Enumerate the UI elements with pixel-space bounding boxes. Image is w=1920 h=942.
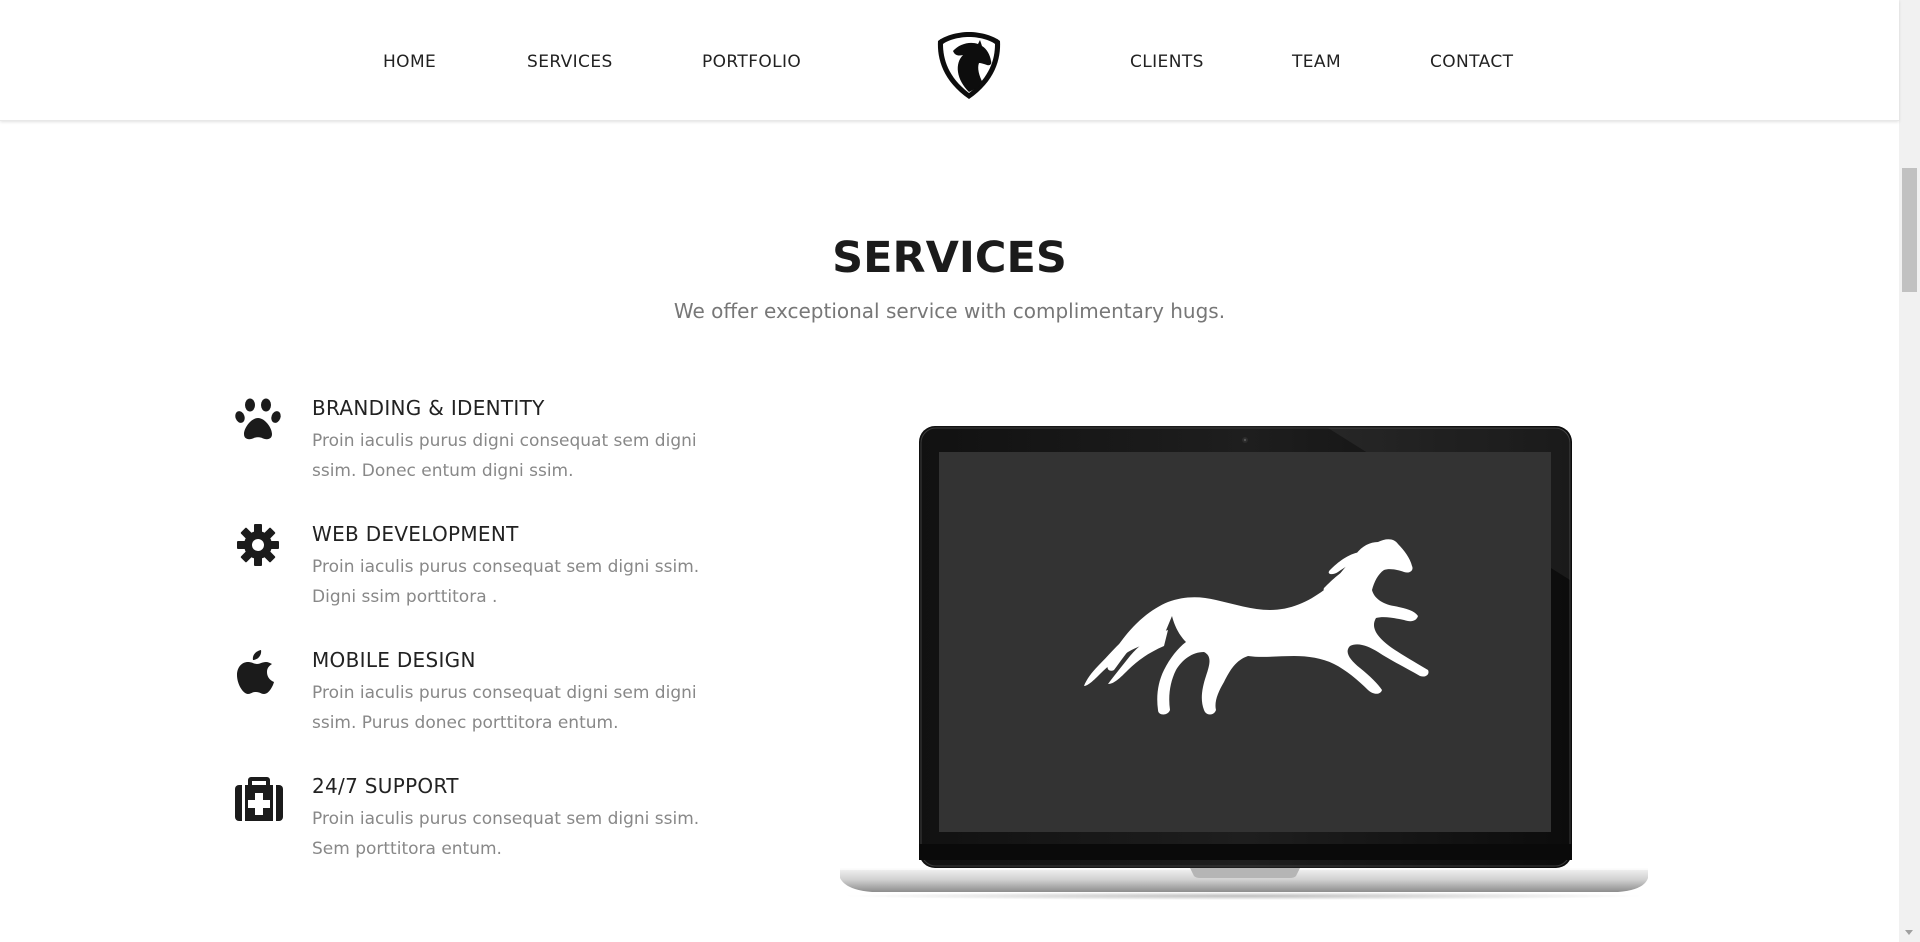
scrollbar-thumb[interactable]	[1902, 168, 1917, 292]
page-scrollbar[interactable]	[1899, 0, 1920, 942]
top-navbar: HOME SERVICES PORTFOLIO CLIENTS TEAM CON…	[0, 0, 1899, 121]
nav-clients[interactable]: CLIENTS	[1130, 51, 1204, 73]
service-item-branding: BRANDING & IDENTITY Proin iaculis purus …	[234, 396, 714, 496]
paw-icon	[234, 396, 286, 448]
service-description: Proin iaculis purus consequat digni sem …	[312, 683, 697, 733]
service-description: Proin iaculis purus consequat sem digni …	[312, 809, 700, 859]
service-item-web-development: WEB DEVELOPMENT Proin iaculis purus cons…	[234, 522, 714, 622]
nav-portfolio[interactable]: PORTFOLIO	[702, 51, 801, 73]
apple-icon	[234, 648, 286, 700]
horse-head-shield-icon[interactable]	[933, 29, 1005, 101]
service-item-mobile-design: MOBILE DESIGN Proin iaculis purus conseq…	[234, 648, 714, 748]
service-description: Proin iaculis purus consequat sem digni …	[312, 557, 700, 607]
service-description: Proin iaculis purus digni consequat sem …	[312, 431, 697, 481]
nav-home[interactable]: HOME	[383, 51, 436, 73]
nav-services[interactable]: SERVICES	[527, 51, 613, 73]
service-item-support: 24/7 SUPPORT Proin iaculis purus consequ…	[234, 774, 714, 874]
section-subtitle: We offer exceptional service with compli…	[673, 299, 1226, 323]
section-title: SERVICES	[832, 233, 1067, 283]
gear-icon	[234, 522, 286, 574]
nav-contact[interactable]: CONTACT	[1430, 51, 1513, 73]
laptop-showcase-image	[838, 420, 1650, 900]
service-title: WEB DEVELOPMENT	[312, 522, 519, 546]
medkit-icon	[234, 774, 286, 826]
service-title: 24/7 SUPPORT	[312, 774, 459, 798]
scroll-down-arrow-icon[interactable]	[1905, 930, 1913, 935]
service-title: BRANDING & IDENTITY	[312, 396, 545, 420]
service-title: MOBILE DESIGN	[312, 648, 476, 672]
nav-team[interactable]: TEAM	[1292, 51, 1341, 73]
